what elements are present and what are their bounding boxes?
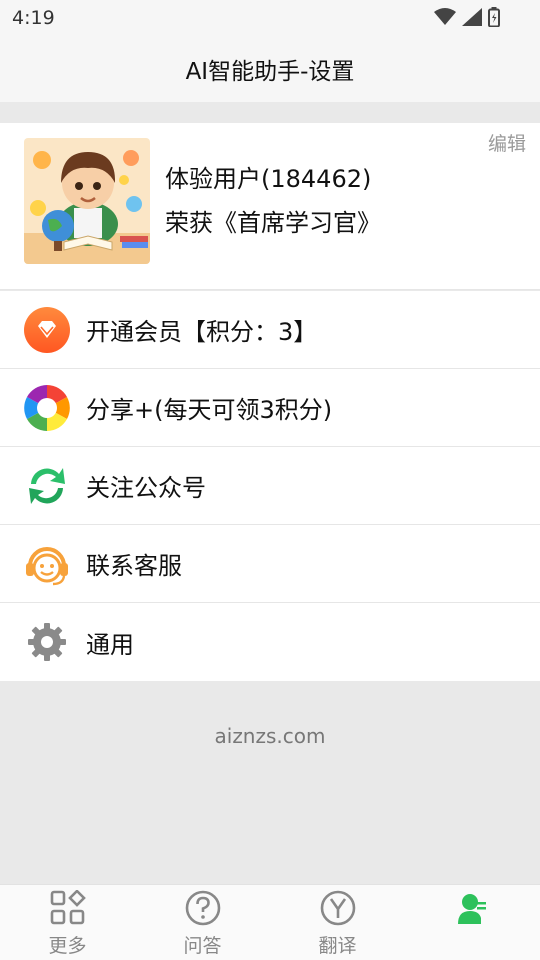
tab-qa[interactable]: 问答: [135, 885, 270, 960]
tab-translate[interactable]: 翻译: [270, 885, 405, 960]
share-aperture-icon: [23, 384, 71, 432]
tab-settings[interactable]: [405, 885, 540, 960]
menu-label: 联系客服: [86, 552, 182, 580]
edit-profile-button[interactable]: 编辑: [488, 129, 526, 156]
user-honor: 荣获《首席学习官》: [165, 209, 381, 237]
menu-label: 开通会员【积分：3】: [86, 318, 318, 346]
menu-item-general[interactable]: 通用: [0, 603, 540, 681]
profile-card[interactable]: 编辑 体验用户(184462) 荣获《首席学习官》: [0, 123, 540, 290]
avatar[interactable]: [24, 138, 150, 264]
grid-icon: [50, 889, 86, 930]
status-icons: [434, 7, 500, 31]
user-name: 体验用户(184462): [165, 165, 372, 193]
signal-icon: [462, 8, 482, 30]
menu-item-membership[interactable]: 开通会员【积分：3】: [0, 291, 540, 369]
tab-more[interactable]: 更多: [0, 885, 135, 960]
translate-icon: [320, 890, 356, 930]
tab-label: 翻译: [318, 935, 357, 957]
status-bar: 4:19: [0, 0, 540, 36]
page-title: AI智能助手-设置: [185, 59, 355, 85]
title-bar: AI智能助手-设置: [0, 36, 540, 102]
menu-label: 关注公众号: [86, 474, 206, 502]
menu-item-share[interactable]: 分享+(每天可领3积分): [0, 369, 540, 447]
menu-label: 分享+(每天可领3积分): [86, 396, 333, 424]
settings-menu: 开通会员【积分：3】 分享+(每天可领3积分) 关注公众号 联系客服 通用: [0, 291, 540, 681]
bottom-tab-bar: 更多 问答 翻译: [0, 884, 540, 960]
battery-icon: [488, 7, 500, 31]
tab-label: 更多: [48, 935, 87, 957]
recycle-arrows-icon: [23, 462, 71, 510]
menu-item-follow-account[interactable]: 关注公众号: [0, 447, 540, 525]
status-time: 4:19: [12, 7, 55, 29]
headset-icon: [23, 540, 71, 588]
menu-item-contact-service[interactable]: 联系客服: [0, 525, 540, 603]
user-settings-icon: [455, 890, 491, 930]
tab-label: 问答: [183, 935, 222, 957]
diamond-icon: [23, 306, 71, 354]
site-domain-text: aiznzs.com: [214, 724, 326, 748]
wifi-icon: [434, 8, 456, 30]
question-icon: [185, 890, 221, 930]
menu-label: 通用: [86, 630, 134, 659]
gear-icon: [23, 618, 71, 666]
